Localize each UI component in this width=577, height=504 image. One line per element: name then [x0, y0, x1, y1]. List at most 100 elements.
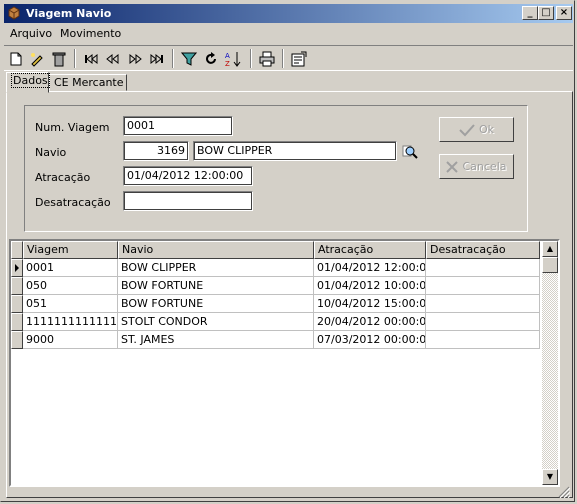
sort-az-icon: AZ [225, 52, 241, 67]
refresh-button[interactable] [202, 50, 220, 68]
table-cell-viagem[interactable]: 050 [23, 277, 118, 295]
scroll-up-button[interactable]: ▲ [542, 241, 558, 257]
next-icon [129, 54, 142, 64]
table-cell-viagem[interactable]: 0001 [23, 259, 118, 277]
properties-button[interactable] [290, 50, 308, 68]
svg-text:Z: Z [225, 60, 230, 67]
ok-button[interactable]: Ok [439, 117, 514, 142]
toolbar: AZ [4, 45, 573, 71]
app-window: Viagem Navio _ □ × Arquivo Movimento AZ … [0, 0, 575, 502]
toolbar-separator [250, 49, 252, 68]
next-record-button[interactable] [126, 50, 144, 68]
toolbar-separator [74, 49, 76, 68]
arrow-up-icon: ▲ [546, 244, 554, 253]
prior-record-button[interactable] [104, 50, 122, 68]
minimize-button[interactable]: _ [522, 6, 538, 20]
row-indicator[interactable] [11, 277, 23, 295]
table-cell-viagem[interactable]: 1111111111111 [23, 313, 118, 331]
column-header-desatracacao[interactable]: Desatracação [426, 241, 540, 259]
table-cell-desatracacao[interactable] [426, 313, 540, 331]
scroll-down-button[interactable]: ▼ [542, 469, 558, 485]
table-cell-atracacao[interactable]: 01/04/2012 12:00:00 [314, 259, 426, 277]
tab-ce-mercante-label: CE Mercante [54, 76, 124, 89]
table-cell-atracacao[interactable]: 10/04/2012 15:00:00 [314, 295, 426, 313]
navio-name-input[interactable]: BOW CLIPPER [193, 141, 397, 161]
menu-arquivo[interactable]: Arquivo [10, 27, 52, 40]
last-icon [150, 54, 163, 64]
toolbar-separator [282, 49, 284, 68]
tab-ce-mercante[interactable]: CE Mercante [49, 74, 127, 91]
current-row-arrow-icon [15, 264, 19, 272]
row-indicator[interactable] [11, 313, 23, 331]
table-cell-navio[interactable]: STOLT CONDOR [118, 313, 314, 331]
vertical-scrollbar[interactable]: ▲ ▼ [542, 241, 558, 485]
sort-button[interactable]: AZ [224, 50, 242, 68]
table-cell-desatracacao[interactable] [426, 295, 540, 313]
column-header-navio[interactable]: Navio [118, 241, 314, 259]
table-cell-desatracacao[interactable] [426, 277, 540, 295]
prior-icon [106, 54, 119, 64]
refresh-icon [206, 52, 216, 64]
table-cell-navio[interactable]: ST. JAMES [118, 331, 314, 349]
x-icon [446, 160, 459, 173]
first-record-button[interactable] [82, 50, 100, 68]
num-viagem-input[interactable]: 0001 [123, 116, 233, 136]
desatracacao-input[interactable] [123, 191, 253, 211]
maximize-icon: □ [541, 7, 551, 18]
table-cell-navio[interactable]: BOW CLIPPER [118, 259, 314, 277]
resize-grip-icon[interactable] [558, 486, 570, 498]
funnel-icon [181, 52, 197, 66]
table-cell-atracacao[interactable]: 20/04/2012 00:00:00 [314, 313, 426, 331]
cancel-button[interactable]: Cancela [439, 154, 514, 179]
header-indicator [11, 241, 23, 259]
desatracacao-label: Desatracação [35, 196, 111, 209]
search-icon [402, 145, 418, 159]
tab-dados[interactable]: Dados [6, 72, 50, 93]
table-cell-atracacao[interactable]: 07/03/2012 00:00:00 [314, 331, 426, 349]
row-indicator[interactable] [11, 295, 23, 313]
search-ship-button[interactable] [402, 144, 418, 160]
printer-icon [259, 51, 275, 67]
table-cell-navio[interactable]: BOW FORTUNE [118, 295, 314, 313]
atracacao-input[interactable]: 01/04/2012 12:00:00 [123, 166, 253, 186]
close-icon: × [559, 7, 569, 18]
window-title: Viagem Navio [26, 7, 112, 20]
title-bar[interactable]: Viagem Navio _ □ × [4, 4, 573, 23]
new-icon [10, 52, 22, 66]
table-cell-atracacao[interactable]: 01/04/2012 10:00:00 [314, 277, 426, 295]
close-button[interactable]: × [556, 6, 572, 20]
tab-dados-label: Dados [11, 73, 50, 88]
row-indicator[interactable] [11, 259, 23, 277]
scroll-thumb[interactable] [542, 257, 558, 273]
app-icon [8, 6, 20, 20]
delete-button[interactable] [50, 50, 68, 68]
first-icon [85, 54, 98, 64]
checkmark-icon [459, 123, 475, 136]
column-header-viagem[interactable]: Viagem [23, 241, 118, 259]
properties-icon [291, 51, 307, 67]
toolbar-separator [172, 49, 174, 68]
menu-movimento[interactable]: Movimento [60, 27, 121, 40]
minimize-icon: _ [527, 7, 533, 18]
table-cell-navio[interactable]: BOW FORTUNE [118, 277, 314, 295]
menu-bar: Arquivo Movimento [4, 25, 573, 43]
trash-icon [52, 52, 66, 67]
atracacao-label: Atracação [35, 171, 91, 184]
table-cell-viagem[interactable]: 9000 [23, 331, 118, 349]
row-indicator[interactable] [11, 331, 23, 349]
navio-code-input[interactable]: 3169 [123, 141, 189, 161]
navio-label: Navio [35, 146, 67, 159]
new-button[interactable] [7, 50, 25, 68]
column-header-atracacao[interactable]: Atracação [314, 241, 426, 259]
last-record-button[interactable] [148, 50, 166, 68]
print-button[interactable] [258, 50, 276, 68]
table-cell-viagem[interactable]: 051 [23, 295, 118, 313]
data-grid[interactable]: Viagem Navio Atracação Desatracação 0001… [9, 239, 560, 487]
pencil-icon [31, 53, 43, 67]
maximize-button[interactable]: □ [538, 6, 554, 20]
table-cell-desatracacao[interactable] [426, 331, 540, 349]
cancel-label: Cancela [462, 160, 507, 173]
filter-button[interactable] [180, 50, 198, 68]
edit-button[interactable] [28, 50, 46, 68]
table-cell-desatracacao[interactable] [426, 259, 540, 277]
